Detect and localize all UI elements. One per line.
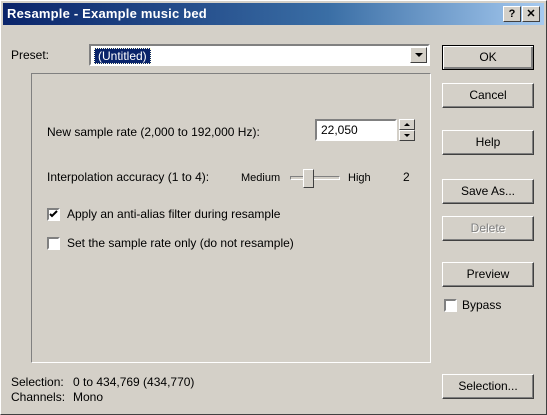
interpolation-slider-thumb[interactable] [303,169,314,188]
save-as-button[interactable]: Save As... [442,179,534,204]
cancel-button[interactable]: Cancel [442,83,534,108]
preview-button[interactable]: Preview [442,262,534,287]
interpolation-slider-track[interactable] [290,176,340,180]
close-button[interactable]: ✕ [522,6,540,22]
title-bar[interactable]: Resample - Example music bed ? ✕ [3,3,544,25]
slider-min-label: Medium [241,172,281,184]
slider-max-label: High [348,172,371,184]
interpolation-value: 2 [403,170,410,184]
preset-combobox[interactable]: (Untitled) [89,44,430,66]
channels-label: Channels: [11,390,66,404]
preset-label: Preset: [11,48,50,62]
spin-down-icon[interactable] [399,130,415,141]
selection-value: 0 to 434,769 (434,770) [73,375,195,389]
rate-only-label: Set the sample rate only (do not resampl… [67,236,294,250]
checkmark-icon [49,210,58,218]
help-button[interactable]: Help [442,130,534,155]
selection-button[interactable]: Selection... [442,374,534,399]
anti-alias-label: Apply an anti-alias filter during resamp… [67,207,281,221]
preset-value: (Untitled) [94,48,151,64]
sample-rate-spinner[interactable] [399,119,415,141]
spin-up-icon[interactable] [399,119,415,130]
bypass-checkbox[interactable] [444,299,457,312]
sample-rate-label: New sample rate (2,000 to 192,000 Hz): [47,125,260,139]
ok-button[interactable]: OK [442,45,534,70]
anti-alias-checkbox[interactable] [47,208,60,221]
sample-rate-input[interactable]: 22,050 [315,119,397,141]
window-title: Resample - Example music bed [7,6,207,21]
resample-dialog: Resample - Example music bed ? ✕ Preset:… [0,0,547,415]
chevron-down-icon[interactable] [410,47,427,63]
channels-value: Mono [73,390,104,404]
bypass-label: Bypass [462,298,502,312]
help-title-button[interactable]: ? [503,6,521,22]
selection-label: Selection: [11,375,64,389]
interpolation-label: Interpolation accuracy (1 to 4): [47,170,210,184]
delete-button[interactable]: Delete [442,216,534,241]
rate-only-checkbox[interactable] [47,237,60,250]
